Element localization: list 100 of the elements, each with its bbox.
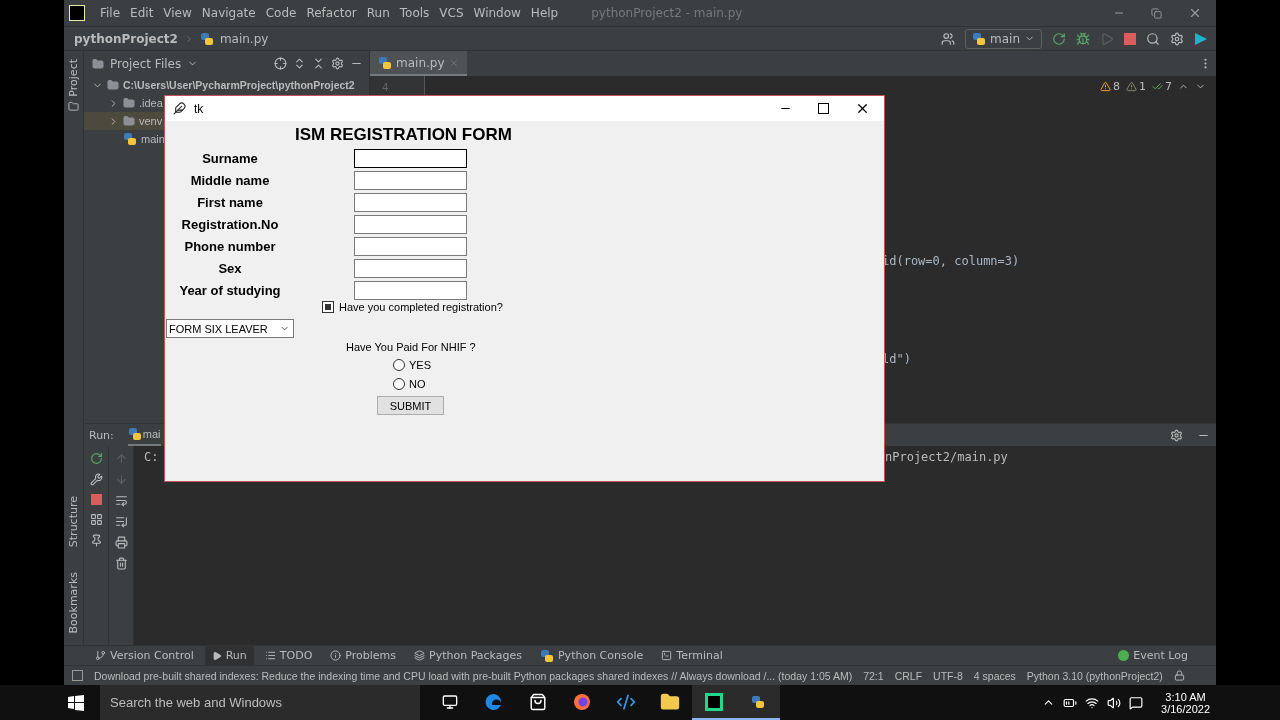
tool-tab[interactable]: TODO	[257, 645, 320, 666]
edge-icon[interactable]	[484, 691, 504, 712]
question-text: Have You Paid For NHIF ?	[346, 341, 476, 353]
menu-item[interactable]: Help	[525, 6, 564, 20]
rerun-icon[interactable]	[1052, 31, 1066, 46]
task-view-icon[interactable]	[442, 693, 458, 710]
tree-item[interactable]: .idea	[84, 94, 165, 112]
menu-item[interactable]: View	[158, 6, 197, 20]
firefox-icon[interactable]	[572, 691, 592, 712]
side-tab[interactable]: Bookmarks	[67, 571, 80, 633]
submit-button[interactable]: SUBMIT	[377, 396, 444, 415]
wrench-icon[interactable]	[89, 473, 103, 486]
status-item[interactable]: 4 spaces	[973, 669, 1016, 682]
collapse-all-icon[interactable]	[312, 57, 325, 70]
side-tab[interactable]: Structure	[67, 496, 80, 548]
radio-button[interactable]	[393, 378, 405, 390]
locate-icon[interactable]	[274, 57, 287, 70]
inspection-count[interactable]: 7	[1152, 80, 1172, 93]
lock-icon[interactable]	[1173, 670, 1185, 681]
input-field[interactable]	[354, 259, 467, 278]
inspection-count[interactable]: 1	[1126, 80, 1146, 93]
debug-icon[interactable]	[1076, 31, 1090, 46]
menu-item[interactable]: Window	[468, 6, 526, 20]
tree-item[interactable]: venv	[84, 112, 165, 130]
wrap-icon[interactable]	[114, 494, 128, 507]
radio-label: NO	[409, 378, 426, 390]
layers-icon	[414, 650, 426, 661]
restore-icon[interactable]	[1151, 7, 1162, 19]
input-field[interactable]	[354, 193, 467, 212]
tool-tab[interactable]: Python Console	[533, 645, 651, 666]
menu-item[interactable]: Run	[361, 6, 395, 20]
layout-icon[interactable]	[89, 513, 103, 526]
users-icon[interactable]	[941, 31, 955, 46]
maximize-icon[interactable]	[818, 103, 829, 114]
status-item[interactable]: CRLF	[894, 669, 923, 682]
input-field[interactable]	[354, 215, 467, 234]
stop-icon[interactable]	[90, 494, 102, 505]
expand-all-icon[interactable]	[293, 57, 306, 70]
breadcrumb-item[interactable]: main.py	[219, 31, 269, 46]
tool-tab[interactable]: Version Control	[88, 645, 201, 666]
run-config-dropdown[interactable]: main	[965, 28, 1042, 49]
trash-icon[interactable]	[114, 557, 128, 570]
panel-toggle-icon[interactable]	[72, 670, 83, 681]
play-icon	[211, 650, 222, 661]
checkbox[interactable]	[322, 301, 334, 313]
menu-item[interactable]: Code	[260, 6, 302, 20]
store-icon[interactable]	[529, 692, 547, 711]
tool-tab[interactable]: Python Packages	[407, 645, 529, 666]
dropdown[interactable]: FORM SIX LEAVER	[166, 319, 294, 338]
status-item[interactable]: 72:1	[863, 669, 884, 682]
menu-item[interactable]: Tools	[394, 6, 435, 20]
code-line: ld")	[882, 352, 911, 366]
input-field[interactable]	[354, 237, 467, 256]
settings-icon[interactable]	[1170, 428, 1183, 442]
window-title: pythonProject2 - main.py	[591, 6, 743, 20]
clock[interactable]: 3:10 AM 3/16/2022	[1161, 690, 1210, 715]
breadcrumb-item[interactable]: pythonProject2	[74, 31, 178, 46]
menu-item[interactable]: Edit	[125, 6, 159, 20]
windows-icon[interactable]	[68, 694, 84, 711]
pin-icon[interactable]	[89, 534, 103, 547]
tool-tab[interactable]: Problems	[323, 645, 404, 666]
volume-icon[interactable]	[1107, 695, 1122, 710]
editor-tab[interactable]: main.py	[370, 51, 467, 76]
print-icon[interactable]	[114, 536, 128, 549]
input-field[interactable]	[354, 281, 467, 300]
settings-icon[interactable]	[1170, 31, 1184, 46]
field-label: Phone number	[183, 239, 277, 254]
menu-item[interactable]: VCS	[434, 6, 469, 20]
status-item[interactable]: UTF-8	[933, 669, 963, 682]
app-logo	[69, 5, 85, 21]
status-item[interactable]: Python 3.10 (pythonProject2)	[1026, 669, 1163, 682]
wifi-icon[interactable]	[1085, 695, 1100, 710]
search-icon[interactable]	[1146, 31, 1160, 46]
notification-icon[interactable]	[1129, 695, 1144, 710]
input-field[interactable]	[354, 171, 467, 190]
menu-item[interactable]: Navigate	[196, 6, 261, 20]
pycharm-icon[interactable]	[704, 691, 724, 712]
event-log-button[interactable]: Event Log	[1118, 649, 1188, 662]
folder-icon	[123, 97, 135, 109]
tool-tab[interactable]: Run	[204, 645, 254, 666]
stop-icon[interactable]	[1124, 32, 1136, 45]
check-icon	[1152, 81, 1163, 92]
search-field[interactable]: Search the web and Windows	[100, 685, 420, 720]
close-icon[interactable]	[855, 101, 870, 116]
panel-title[interactable]: Project Files	[110, 56, 182, 71]
tree-item[interactable]: main	[84, 130, 167, 148]
folder-icon	[92, 57, 104, 70]
menu-item[interactable]: File	[95, 6, 126, 20]
scroll-to-end-icon[interactable]	[114, 515, 128, 528]
input-field[interactable]	[354, 149, 467, 168]
python-file-icon	[199, 31, 214, 46]
side-tab[interactable]: Project	[67, 59, 80, 97]
tree-item[interactable]: C:\Users\User\PycharmProject\pythonProject2	[84, 76, 357, 94]
rerun-icon[interactable]	[89, 452, 103, 465]
tool-tab[interactable]: Terminal	[654, 645, 730, 666]
radio-button[interactable]	[393, 359, 405, 371]
inspection-count[interactable]: 8	[1100, 80, 1120, 93]
menu-item[interactable]: Refactor	[301, 6, 362, 20]
settings-icon[interactable]	[331, 57, 344, 70]
folder-icon[interactable]	[660, 691, 680, 712]
